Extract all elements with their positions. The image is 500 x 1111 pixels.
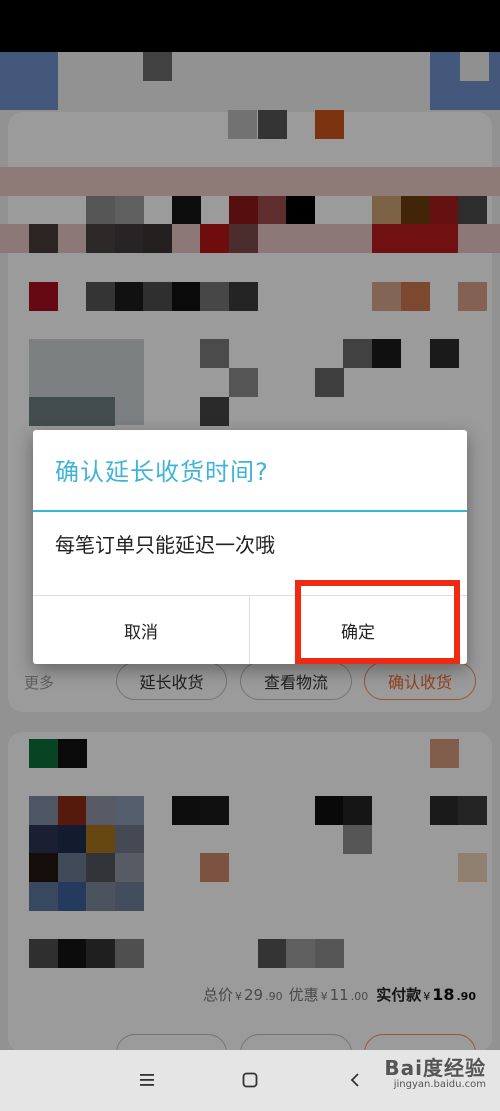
home-icon[interactable] [238,1068,262,1092]
watermark-logo: Bai度经验 jingyan.baidu.com [384,1058,486,1090]
status-bar [0,0,500,52]
watermark-brand: Bai度经验 [384,1056,486,1080]
confirm-dialog: 确认延长收货时间? 每笔订单只能延迟一次哦 取消 确定 [33,430,467,664]
dialog-title: 确认延长收货时间? [55,458,269,486]
dialog-title-divider [33,510,467,512]
dialog-message: 每笔订单只能延迟一次哦 [55,533,275,557]
navigation-bar: Bai度经验 jingyan.baidu.com [0,1050,500,1111]
back-icon[interactable] [343,1068,367,1092]
confirm-button[interactable]: 确定 [250,596,466,664]
watermark-url: jingyan.baidu.com [393,1079,486,1090]
cancel-button[interactable]: 取消 [33,596,249,664]
menu-icon[interactable] [135,1068,159,1092]
